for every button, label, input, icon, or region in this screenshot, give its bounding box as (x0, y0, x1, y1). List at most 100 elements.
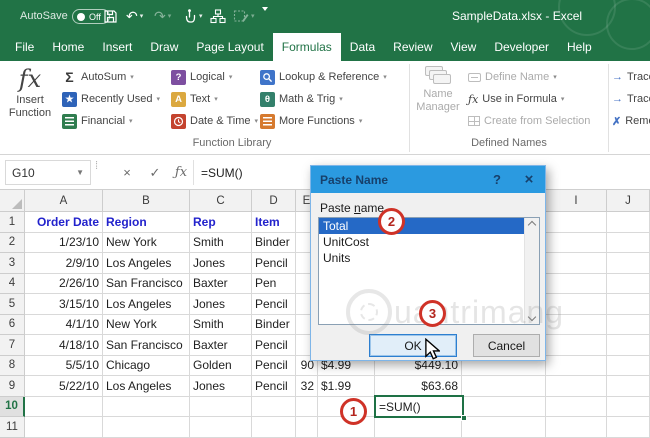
row-header-9[interactable]: 9 (0, 376, 25, 397)
cell-D1[interactable]: Item (252, 212, 296, 233)
save-icon[interactable] (103, 7, 118, 25)
cell-C4[interactable]: Baxter (190, 273, 252, 294)
cell-I3[interactable] (546, 253, 607, 274)
close-icon[interactable]: × (513, 171, 545, 188)
row-header-3[interactable]: 3 (0, 253, 25, 274)
cell-B2[interactable]: New York (103, 232, 190, 253)
list-item-unitcost[interactable]: UnitCost (319, 234, 539, 250)
cell-H10[interactable] (462, 396, 546, 417)
ribbon-button-use-in-formula[interactable]: ƒx Use in Formula ▾ (468, 93, 590, 106)
cell-C2[interactable]: Smith (190, 232, 252, 253)
cell-D5[interactable]: Pencil (252, 294, 296, 315)
tab-view[interactable]: View (442, 33, 486, 61)
list-item-units[interactable]: Units (319, 250, 539, 266)
col-header-J[interactable]: J (607, 190, 650, 212)
cell-H9[interactable] (462, 376, 546, 397)
cell-B7[interactable]: San Francisco (103, 335, 190, 356)
row-header-6[interactable]: 6 (0, 314, 25, 335)
cell-J2[interactable] (607, 232, 650, 253)
cell-J7[interactable] (607, 335, 650, 356)
cell-I11[interactable] (546, 417, 607, 438)
cell-I9[interactable] (546, 376, 607, 397)
chevron-down-icon[interactable]: ▼ (76, 168, 84, 177)
cell-G11[interactable] (375, 417, 462, 438)
cell-B11[interactable] (103, 417, 190, 438)
cell-G9[interactable]: $63.68 (375, 376, 462, 397)
cell-D8[interactable]: Pencil (252, 355, 296, 376)
cancel-entry-icon[interactable]: × (114, 160, 140, 185)
cell-J5[interactable] (607, 294, 650, 315)
tab-draw[interactable]: Draw (141, 33, 187, 61)
cell-E11[interactable] (296, 417, 318, 438)
cell-B1[interactable]: Region (103, 212, 190, 233)
name-manager-button[interactable]: Name Manager (413, 66, 463, 134)
col-header-B[interactable]: B (103, 190, 190, 212)
cell-I2[interactable] (546, 232, 607, 253)
row-header-11[interactable]: 11 (0, 417, 25, 438)
cancel-button[interactable]: Cancel (473, 334, 540, 357)
cell-A8[interactable]: 5/5/10 (25, 355, 103, 376)
cell-I1[interactable] (546, 212, 607, 233)
cell-A6[interactable]: 4/1/10 (25, 314, 103, 335)
row-header-1[interactable]: 1 (0, 212, 25, 233)
cell-C6[interactable]: Smith (190, 314, 252, 335)
tab-page-layout[interactable]: Page Layout (187, 33, 272, 61)
formula-bar-resize-handle[interactable]: ⁞ (95, 161, 98, 172)
tab-help[interactable]: Help (558, 33, 601, 61)
ribbon-button-trace-precedents[interactable]: →Trace Precedents (612, 71, 650, 83)
cell-B4[interactable]: San Francisco (103, 273, 190, 294)
help-icon[interactable]: ? (481, 172, 513, 187)
col-header-A[interactable]: A (25, 190, 103, 212)
ribbon-button-financial[interactable]: Financial ▾ (62, 113, 171, 129)
tab-home[interactable]: Home (43, 33, 93, 61)
dialog-title-bar[interactable]: Paste Name ? × (311, 166, 545, 193)
ribbon-button-math-trig[interactable]: θ Math & Trig ▾ (260, 91, 407, 107)
cell-B8[interactable]: Chicago (103, 355, 190, 376)
select-all-corner[interactable] (0, 190, 25, 212)
selection-pen-icon[interactable]: ▾ (233, 7, 255, 25)
cell-E9[interactable]: 32 (296, 376, 318, 397)
cell-F9[interactable]: $1.99 (318, 376, 375, 397)
scroll-up-icon[interactable] (527, 220, 537, 230)
cell-B6[interactable]: New York (103, 314, 190, 335)
cell-D6[interactable]: Binder (252, 314, 296, 335)
cell-B5[interactable]: Los Angeles (103, 294, 190, 315)
row-header-4[interactable]: 4 (0, 273, 25, 294)
cell-C10[interactable] (190, 396, 252, 417)
row-header-8[interactable]: 8 (0, 355, 25, 376)
ok-button[interactable]: OK (369, 334, 457, 357)
cell-D4[interactable]: Pen (252, 273, 296, 294)
cell-D7[interactable]: Pencil (252, 335, 296, 356)
ribbon-button-text[interactable]: A Text ▾ (171, 91, 260, 107)
ribbon-button-date-time[interactable]: Date & Time ▾ (171, 113, 260, 129)
cell-C5[interactable]: Jones (190, 294, 252, 315)
ribbon-button-trace-dependents[interactable]: →Trace Dependents (612, 93, 650, 105)
cell-I7[interactable] (546, 335, 607, 356)
cell-I5[interactable] (546, 294, 607, 315)
cell-J1[interactable] (607, 212, 650, 233)
cell-D2[interactable]: Binder (252, 232, 296, 253)
cell-A2[interactable]: 1/23/10 (25, 232, 103, 253)
cell-C8[interactable]: Golden (190, 355, 252, 376)
scrollbar[interactable] (524, 218, 539, 324)
list-item-total[interactable]: Total (319, 218, 539, 234)
active-cell[interactable]: =SUM() (374, 395, 467, 421)
insert-function-button[interactable]: fx Insert Function (3, 64, 57, 146)
cell-D10[interactable] (252, 396, 296, 417)
cell-A11[interactable] (25, 417, 103, 438)
cell-B3[interactable]: Los Angeles (103, 253, 190, 274)
cell-C11[interactable] (190, 417, 252, 438)
cell-J11[interactable] (607, 417, 650, 438)
redo-icon[interactable]: ↷ ▾ (154, 7, 171, 25)
cell-J8[interactable] (607, 355, 650, 376)
scroll-down-icon[interactable] (527, 312, 537, 322)
ribbon-button-lookup-reference[interactable]: Lookup & Reference ▾ (260, 69, 407, 85)
insert-function-icon[interactable]: ƒx (168, 160, 194, 185)
fill-handle[interactable] (461, 415, 467, 421)
cell-A3[interactable]: 2/9/10 (25, 253, 103, 274)
cell-A9[interactable]: 5/22/10 (25, 376, 103, 397)
row-header-7[interactable]: 7 (0, 335, 25, 356)
tab-developer[interactable]: Developer (485, 33, 558, 61)
cell-D11[interactable] (252, 417, 296, 438)
name-box[interactable]: G10 ▼ (5, 160, 91, 185)
